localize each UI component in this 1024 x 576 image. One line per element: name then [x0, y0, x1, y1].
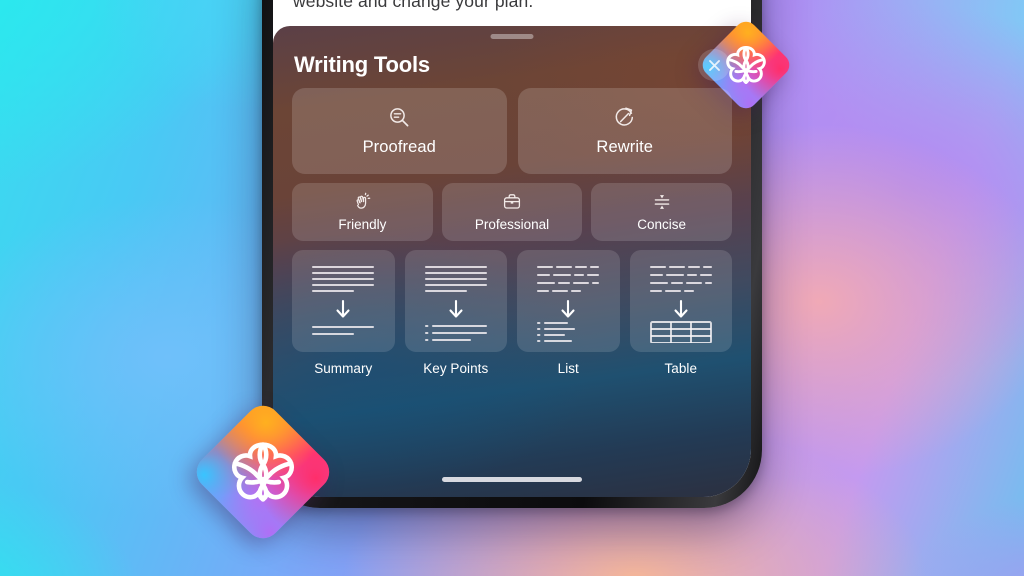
sheet-header: Writing Tools [273, 42, 751, 88]
document-paragraph: or Spotify, you will have to log in to t… [293, 0, 534, 11]
table-label: Table [664, 361, 698, 376]
list-button[interactable]: List [517, 250, 620, 376]
rewrite-button[interactable]: Rewrite [517, 88, 732, 174]
proofread-button[interactable]: Proofread [292, 88, 507, 174]
phone-screen: or Spotify, you will have to log in to t… [273, 0, 751, 497]
summary-card [292, 250, 395, 352]
table-card [629, 250, 732, 352]
friendly-label: Friendly [338, 216, 387, 232]
transform-actions-row: Summary Key Points List Table [292, 250, 732, 376]
magnifier-lines-icon [387, 105, 412, 129]
list-card [517, 250, 620, 352]
concise-button[interactable]: Concise [591, 183, 733, 241]
proofread-label: Proofread [362, 138, 436, 156]
sheet-drag-handle[interactable] [490, 34, 534, 39]
sheet-body: Proofread Rewrite Friendly Professional … [273, 88, 751, 497]
waving-hand-icon [352, 192, 372, 212]
table-button[interactable]: Table [629, 250, 732, 376]
main-actions-row: Proofread Rewrite [292, 88, 732, 174]
close-button[interactable] [698, 49, 730, 81]
compress-arrows-icon [652, 193, 672, 212]
key-points-card [404, 250, 507, 352]
key-points-button[interactable]: Key Points [404, 250, 507, 376]
concise-label: Concise [637, 216, 687, 232]
table-doc-icon [649, 265, 712, 343]
summary-button[interactable]: Summary [292, 250, 395, 376]
professional-button[interactable]: Professional [441, 183, 583, 241]
summary-doc-icon [312, 265, 375, 336]
friendly-button[interactable]: Friendly [292, 183, 433, 241]
page-title: Writing Tools [294, 52, 430, 77]
close-icon [708, 59, 720, 71]
briefcase-icon [502, 193, 522, 212]
professional-label: Professional [474, 216, 550, 232]
list-label: List [557, 361, 579, 376]
circular-arrow-pencil-icon [612, 105, 637, 129]
key-points-doc-icon [424, 265, 487, 342]
summary-label: Summary [314, 361, 373, 376]
rewrite-label: Rewrite [596, 138, 654, 156]
list-doc-icon [537, 265, 600, 343]
home-indicator[interactable] [442, 477, 582, 482]
tone-actions-row: Friendly Professional Concise [292, 183, 733, 241]
key-points-label: Key Points [423, 361, 489, 376]
writing-tools-sheet: Writing Tools Proofread Rewrite Friendly… [273, 26, 751, 497]
phone-device-frame: or Spotify, you will have to log in to t… [262, 0, 762, 508]
